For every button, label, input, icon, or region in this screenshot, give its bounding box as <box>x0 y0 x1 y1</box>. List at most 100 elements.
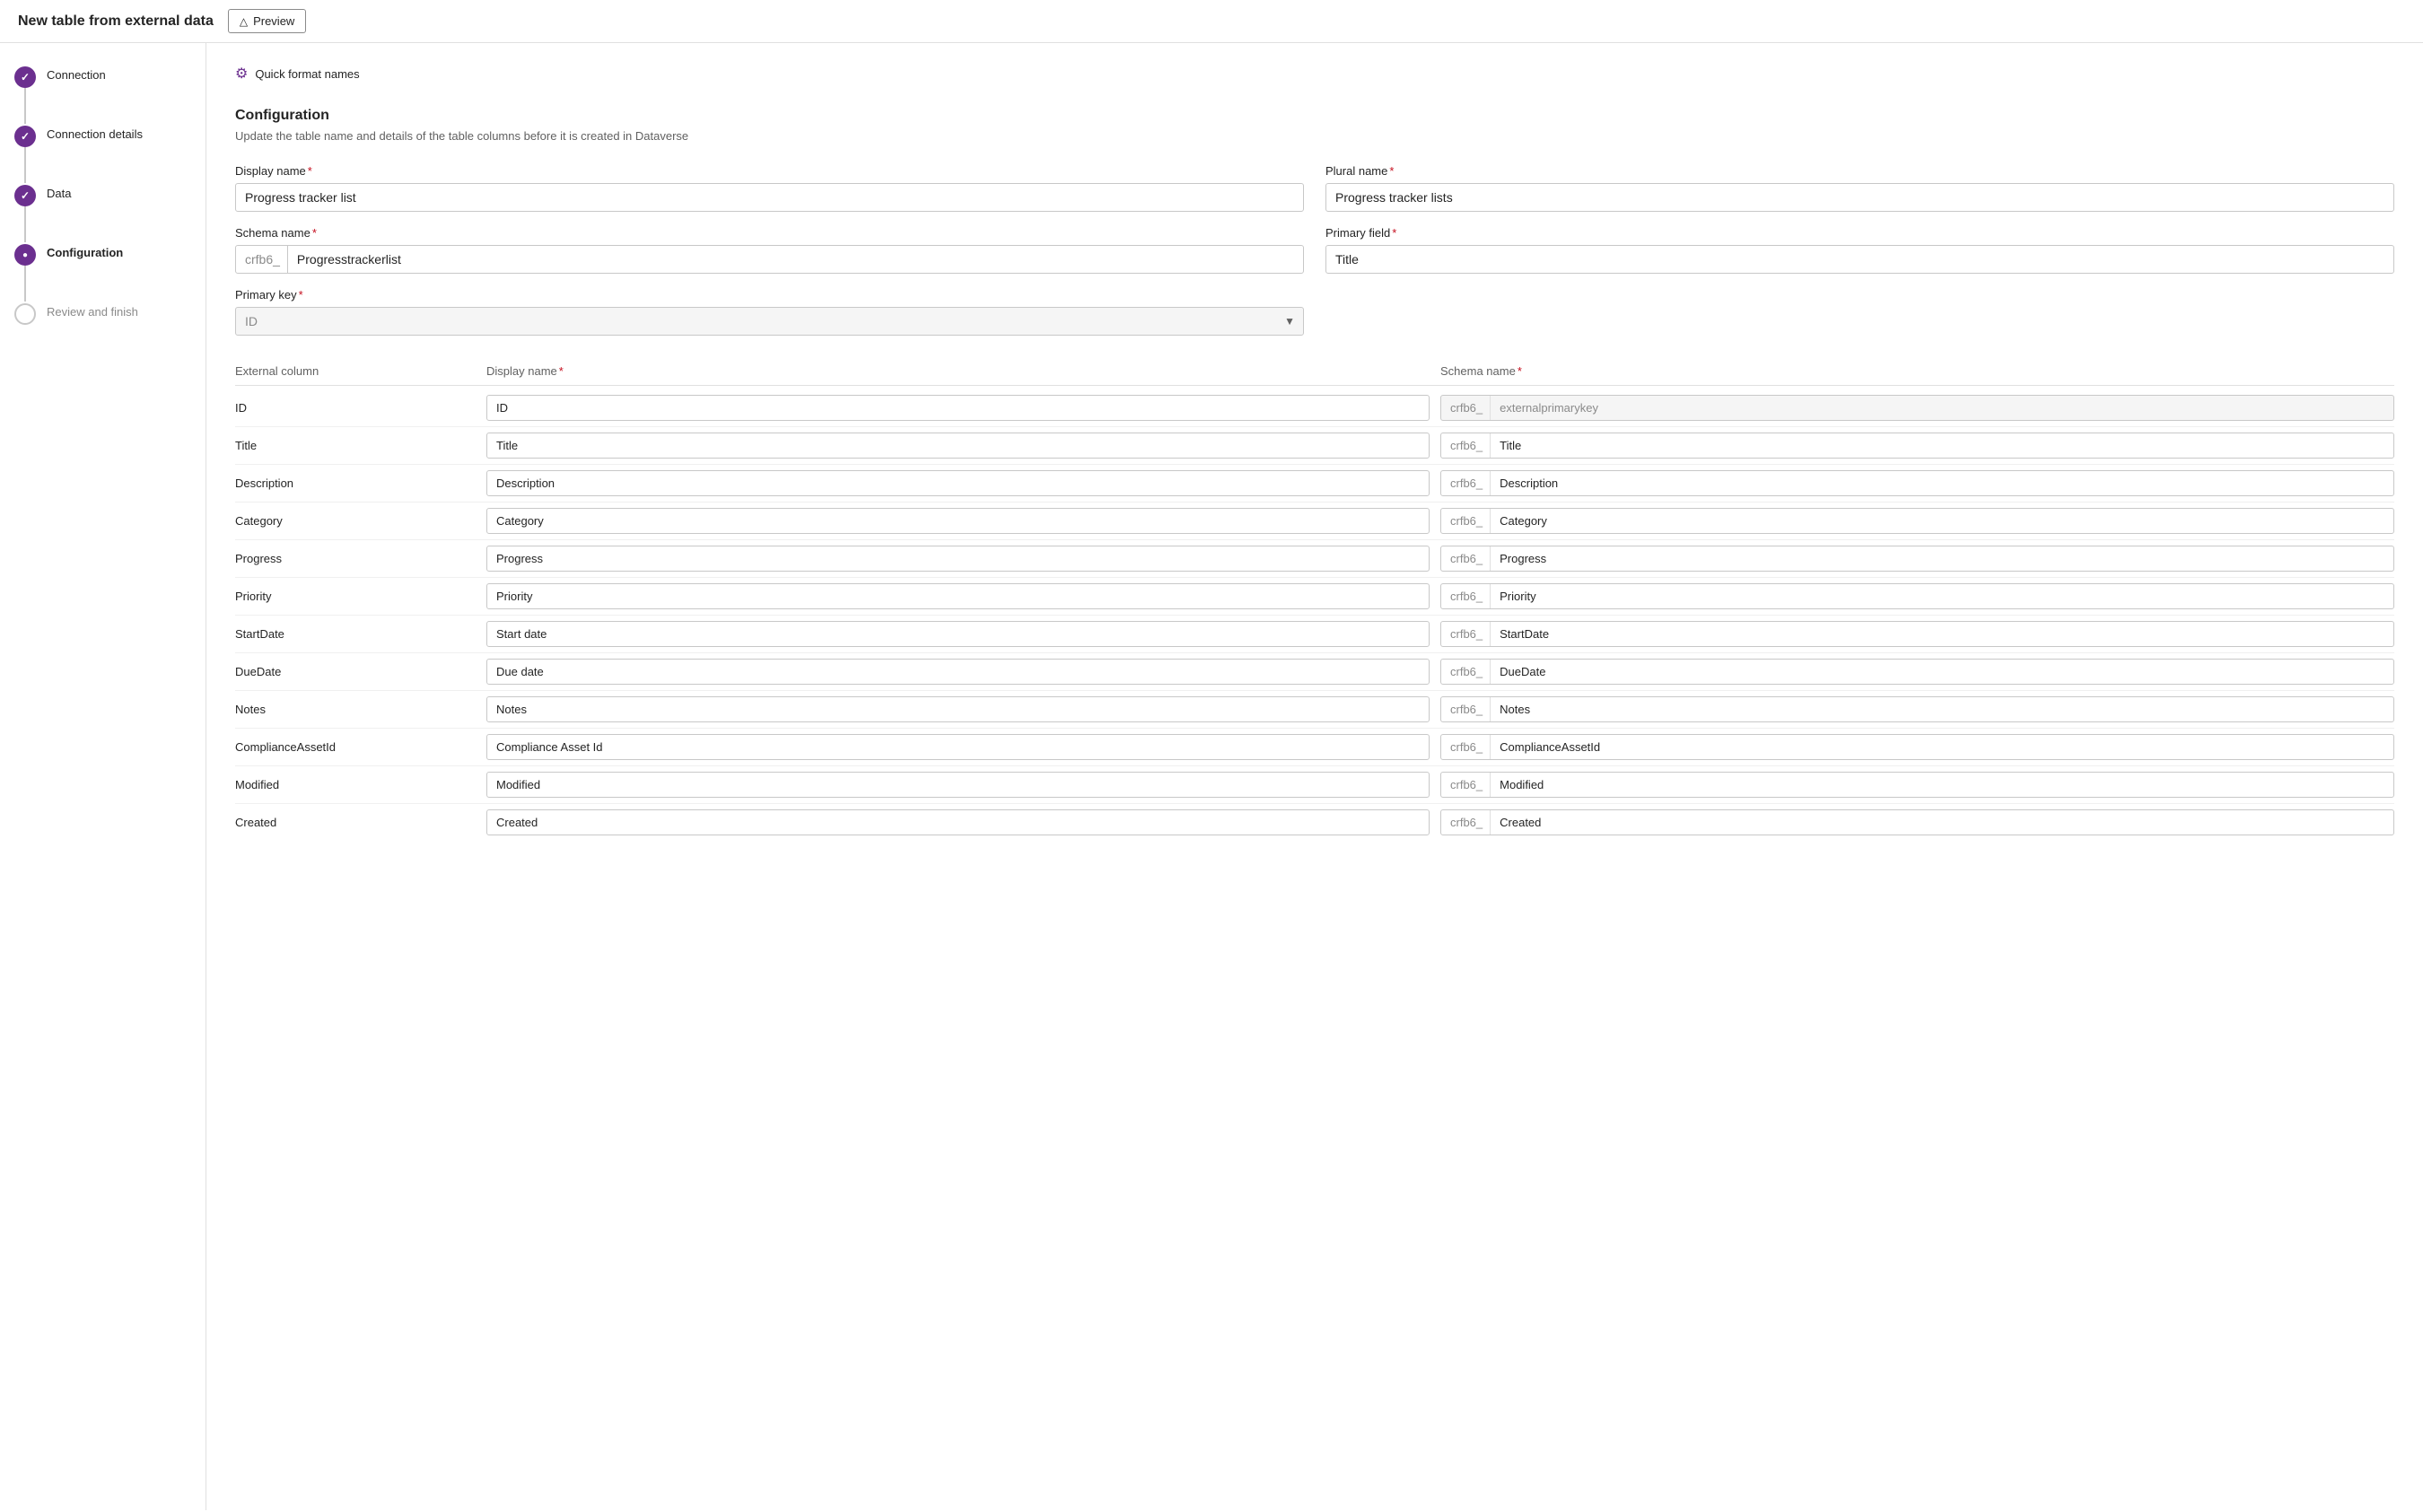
ext-col-name: Description <box>235 476 486 490</box>
ext-col-name: ID <box>235 401 486 415</box>
ext-col-name: StartDate <box>235 627 486 641</box>
col-schema-input[interactable] <box>1491 810 2393 835</box>
columns-rows: ID crfb6_ Title crfb6_ Description crfb6… <box>235 389 2394 841</box>
sidebar-item-connection-details[interactable]: ✓ Connection details <box>14 124 191 183</box>
col-schema-wrapper: crfb6_ <box>1440 734 2394 760</box>
col-display-input[interactable] <box>486 583 1430 609</box>
col-schema-wrapper: crfb6_ <box>1440 583 2394 609</box>
col-header-star2: * <box>1518 364 1522 378</box>
sidebar-item-configuration[interactable]: ● Configuration <box>14 242 191 302</box>
required-star: * <box>308 164 312 178</box>
col-schema-input[interactable] <box>1491 433 2393 458</box>
ext-col-name: DueDate <box>235 665 486 678</box>
schema-name-input[interactable] <box>288 246 1303 273</box>
col-display-input[interactable] <box>486 659 1430 685</box>
col-display-input[interactable] <box>486 470 1430 496</box>
table-row: DueDate crfb6_ <box>235 653 2394 691</box>
col-display-input[interactable] <box>486 546 1430 572</box>
step-label-connection-details: Connection details <box>47 124 143 170</box>
col-schema-wrapper: crfb6_ <box>1440 546 2394 572</box>
sidebar-item-connection[interactable]: ✓ Connection <box>14 65 191 124</box>
display-name-cell <box>486 809 1440 835</box>
col-schema-input[interactable] <box>1491 584 2393 608</box>
ext-col-name: ComplianceAssetId <box>235 740 486 754</box>
display-name-input[interactable] <box>235 183 1304 212</box>
col-schema-prefix: crfb6_ <box>1441 509 1491 533</box>
primary-field-input[interactable] <box>1325 245 2394 274</box>
columns-section: External column Display name* Schema nam… <box>235 357 2394 841</box>
quick-format-label[interactable]: Quick format names <box>255 67 359 81</box>
display-name-field: Display name* <box>235 164 1304 212</box>
col-display-input[interactable] <box>486 621 1430 647</box>
sidebar-item-data[interactable]: ✓ Data <box>14 183 191 242</box>
col-display-input[interactable] <box>486 809 1430 835</box>
display-name-cell <box>486 621 1440 647</box>
display-name-cell <box>486 583 1440 609</box>
col-schema-wrapper: crfb6_ <box>1440 508 2394 534</box>
display-name-cell <box>486 508 1440 534</box>
sidebar: ✓ Connection ✓ Connection details ✓ Data… <box>0 43 206 1510</box>
quick-format-icon: ⚙ <box>235 65 248 83</box>
col-display-input[interactable] <box>486 772 1430 798</box>
primary-key-label: Primary key* <box>235 288 1304 302</box>
display-name-cell <box>486 659 1440 685</box>
col-display-input[interactable] <box>486 395 1430 421</box>
col-schema-prefix: crfb6_ <box>1441 584 1491 608</box>
table-row: Created crfb6_ <box>235 804 2394 841</box>
table-row: Notes crfb6_ <box>235 691 2394 729</box>
step-icon-connection-details: ✓ <box>14 126 36 147</box>
required-star5: * <box>299 288 303 302</box>
col-header-external: External column <box>235 364 486 378</box>
display-name-cell <box>486 395 1440 421</box>
col-schema-input[interactable] <box>1491 697 2393 721</box>
col-header-schema: Schema name* <box>1440 364 2394 378</box>
table-row: Category crfb6_ <box>235 503 2394 540</box>
ext-col-name: Priority <box>235 590 486 603</box>
col-schema-wrapper: crfb6_ <box>1440 433 2394 459</box>
step-icon-connection: ✓ <box>14 66 36 88</box>
preview-button[interactable]: △ Preview <box>228 9 306 33</box>
col-schema-wrapper: crfb6_ <box>1440 621 2394 647</box>
sidebar-item-review[interactable]: Review and finish <box>14 302 191 347</box>
quick-format-bar: ⚙ Quick format names <box>235 61 2394 86</box>
display-name-cell <box>486 772 1440 798</box>
step-icon-review <box>14 303 36 325</box>
col-schema-input[interactable] <box>1491 660 2393 684</box>
col-schema-wrapper: crfb6_ <box>1440 659 2394 685</box>
col-schema-prefix: crfb6_ <box>1441 433 1491 458</box>
col-schema-wrapper: crfb6_ <box>1440 696 2394 722</box>
main-layout: ✓ Connection ✓ Connection details ✓ Data… <box>0 43 2423 1510</box>
ext-col-name: Category <box>235 514 486 528</box>
schema-name-label: Schema name* <box>235 226 1304 240</box>
section-description: Update the table name and details of the… <box>235 129 2394 143</box>
primary-field-label: Primary field* <box>1325 226 2394 240</box>
display-name-cell <box>486 433 1440 459</box>
display-name-label: Display name* <box>235 164 1304 178</box>
col-schema-prefix: crfb6_ <box>1441 546 1491 571</box>
col-schema-prefix: crfb6_ <box>1441 697 1491 721</box>
col-display-input[interactable] <box>486 433 1430 459</box>
form-grid: Display name* Plural name* Schema name* <box>235 164 2394 336</box>
col-schema-input[interactable] <box>1491 773 2393 797</box>
col-display-input[interactable] <box>486 734 1430 760</box>
preview-icon: △ <box>240 15 248 28</box>
ext-col-name: Notes <box>235 703 486 716</box>
col-schema-wrapper: crfb6_ <box>1440 809 2394 835</box>
primary-key-select[interactable]: ID <box>235 307 1304 336</box>
col-schema-prefix: crfb6_ <box>1441 735 1491 759</box>
col-display-input[interactable] <box>486 696 1430 722</box>
col-schema-input[interactable] <box>1491 735 2393 759</box>
col-schema-prefix: crfb6_ <box>1441 471 1491 495</box>
col-schema-input[interactable] <box>1491 509 2393 533</box>
col-schema-input[interactable] <box>1491 622 2393 646</box>
col-display-input[interactable] <box>486 508 1430 534</box>
col-schema-input[interactable] <box>1491 471 2393 495</box>
col-header-display: Display name* <box>486 364 1440 378</box>
columns-header: External column Display name* Schema nam… <box>235 357 2394 386</box>
table-row: ID crfb6_ <box>235 389 2394 427</box>
col-schema-input[interactable] <box>1491 546 2393 571</box>
plural-name-input[interactable] <box>1325 183 2394 212</box>
ext-col-name: Progress <box>235 552 486 565</box>
ext-col-name: Created <box>235 816 486 829</box>
schema-name-input-wrapper: crfb6_ <box>235 245 1304 274</box>
